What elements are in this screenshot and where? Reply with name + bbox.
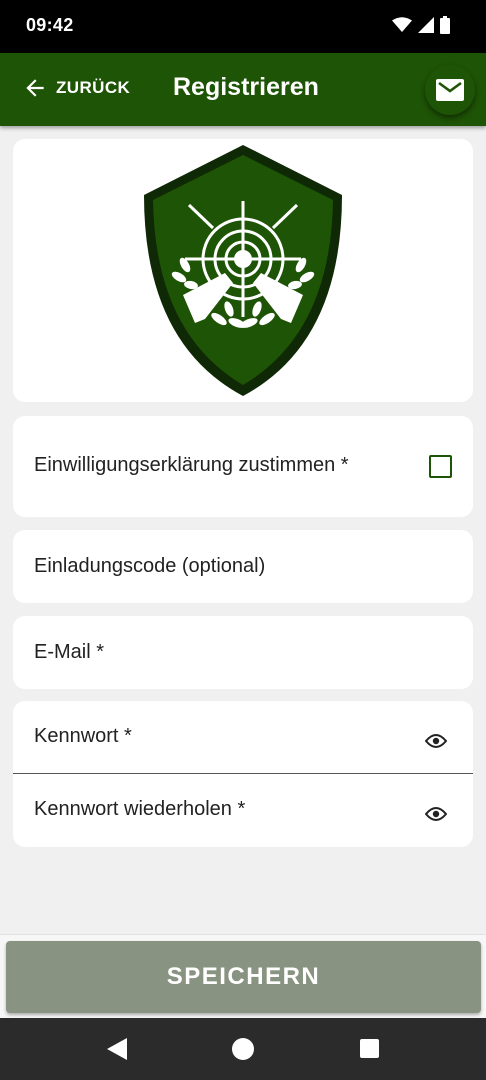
consent-label: Einwilligungserklärung zustimmen * [34, 454, 349, 476]
password-repeat-field[interactable]: Kennwort wiederholen * [13, 774, 473, 847]
consent-checkbox[interactable] [429, 455, 452, 478]
back-button[interactable]: ZURÜCK [22, 75, 130, 101]
password-repeat-label: Kennwort wiederholen * [34, 798, 246, 820]
password-field[interactable]: Kennwort * [13, 701, 473, 774]
save-button[interactable]: SPEICHERN [6, 941, 481, 1013]
invite-code-label: Einladungscode (optional) [34, 555, 266, 577]
nav-back-icon[interactable] [107, 1038, 127, 1060]
shooting-club-shield-logo [144, 145, 342, 396]
system-nav-bar [0, 1018, 486, 1080]
app-bar: ZURÜCK Registrieren [0, 53, 486, 126]
password-card: Kennwort * Kennwort wiederholen * [13, 701, 473, 847]
status-icons [392, 16, 450, 34]
consent-card[interactable]: Einwilligungserklärung zustimmen * [13, 416, 473, 517]
password-label: Kennwort * [34, 725, 132, 747]
battery-icon [440, 16, 450, 34]
logo-card [13, 139, 473, 402]
wifi-icon [392, 17, 412, 32]
arrow-back-icon [26, 79, 44, 97]
signal-icon [418, 17, 434, 33]
eye-icon[interactable] [425, 733, 447, 749]
mail-icon [436, 79, 464, 101]
nav-recents-icon[interactable] [360, 1039, 379, 1058]
page-title: Registrieren [173, 73, 319, 101]
back-label: ZURÜCK [56, 78, 131, 97]
nav-home-icon[interactable] [232, 1038, 254, 1060]
email-label: E-Mail * [34, 641, 105, 663]
status-time: 09:42 [26, 15, 74, 35]
mail-button[interactable] [425, 65, 475, 115]
invite-code-field[interactable]: Einladungscode (optional) [13, 530, 473, 603]
status-bar: 09:42 [0, 0, 486, 53]
eye-icon[interactable] [425, 806, 447, 822]
email-field[interactable]: E-Mail * [13, 616, 473, 689]
